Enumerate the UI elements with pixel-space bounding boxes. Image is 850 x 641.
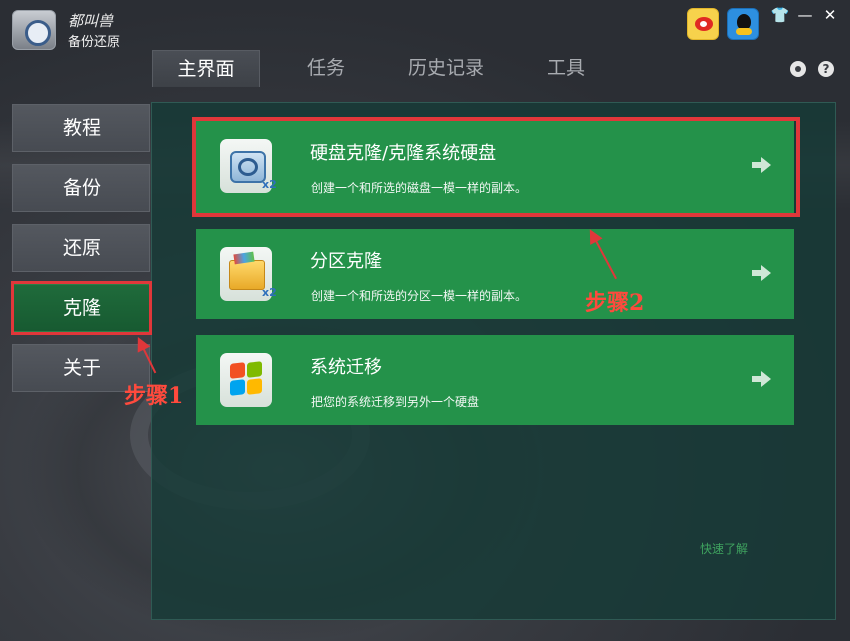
partition-clone-card[interactable]: x2 分区克隆 创建一个和所选的分区一模一样的副本。	[196, 229, 794, 319]
tab-tools[interactable]: 工具	[530, 50, 602, 87]
windows-logo-yellow	[247, 378, 262, 395]
tab-tasks[interactable]: 任务	[290, 50, 362, 87]
step2-highlight-box	[192, 117, 800, 217]
card-description: 把您的系统迁移到另外一个硬盘	[311, 395, 480, 409]
windows-logo-green	[247, 361, 262, 378]
help-icon[interactable]: ?	[818, 61, 834, 77]
product-name: 备份还原	[68, 35, 121, 50]
safe-logo-icon	[12, 10, 56, 50]
card-description: 创建一个和所选的分区一模一样的副本。	[311, 289, 528, 303]
minimize-icon[interactable]: —	[795, 6, 815, 24]
card-title: 系统迁移	[310, 357, 382, 378]
step1-highlight-box	[11, 281, 152, 335]
app-window: 都叫兽 备份还原 👕 — ✕ 主界面 任务 历史记录 工具 ? 教程 备份 还原…	[0, 0, 850, 641]
qq-icon[interactable]	[727, 8, 759, 40]
shirt-icon[interactable]: 👕	[770, 6, 790, 24]
windows-icon	[220, 353, 272, 407]
tab-main[interactable]: 主界面	[152, 50, 260, 87]
sidebar-item-label: 备份	[62, 177, 101, 199]
windows-logo-blue	[230, 379, 245, 396]
close-icon[interactable]: ✕	[820, 6, 840, 24]
gear-icon[interactable]	[790, 61, 806, 77]
brand-name: 都叫兽	[68, 12, 114, 30]
arrow-right-icon[interactable]	[752, 371, 771, 387]
card-title: 分区克隆	[310, 251, 382, 272]
step2-label: 步骤2	[585, 290, 645, 316]
sidebar-item-backup[interactable]: 备份	[12, 164, 150, 212]
weibo-icon[interactable]	[687, 8, 719, 40]
sidebar-item-label: 教程	[62, 117, 101, 139]
sidebar-item-restore[interactable]: 还原	[12, 224, 150, 272]
windows-logo-red	[230, 362, 245, 379]
arrow-right-icon[interactable]	[752, 265, 771, 281]
folder-icon: x2	[220, 247, 277, 301]
sidebar-item-tutorial[interactable]: 教程	[12, 104, 150, 152]
system-migration-card[interactable]: 系统迁移 把您的系统迁移到另外一个硬盘	[196, 335, 794, 425]
sidebar-item-label: 还原	[62, 237, 101, 259]
step1-label: 步骤1	[124, 383, 184, 409]
x2-badge: x2	[262, 286, 277, 299]
tab-history[interactable]: 历史记录	[398, 50, 494, 87]
quick-learn-link[interactable]: 快速了解	[700, 540, 748, 557]
